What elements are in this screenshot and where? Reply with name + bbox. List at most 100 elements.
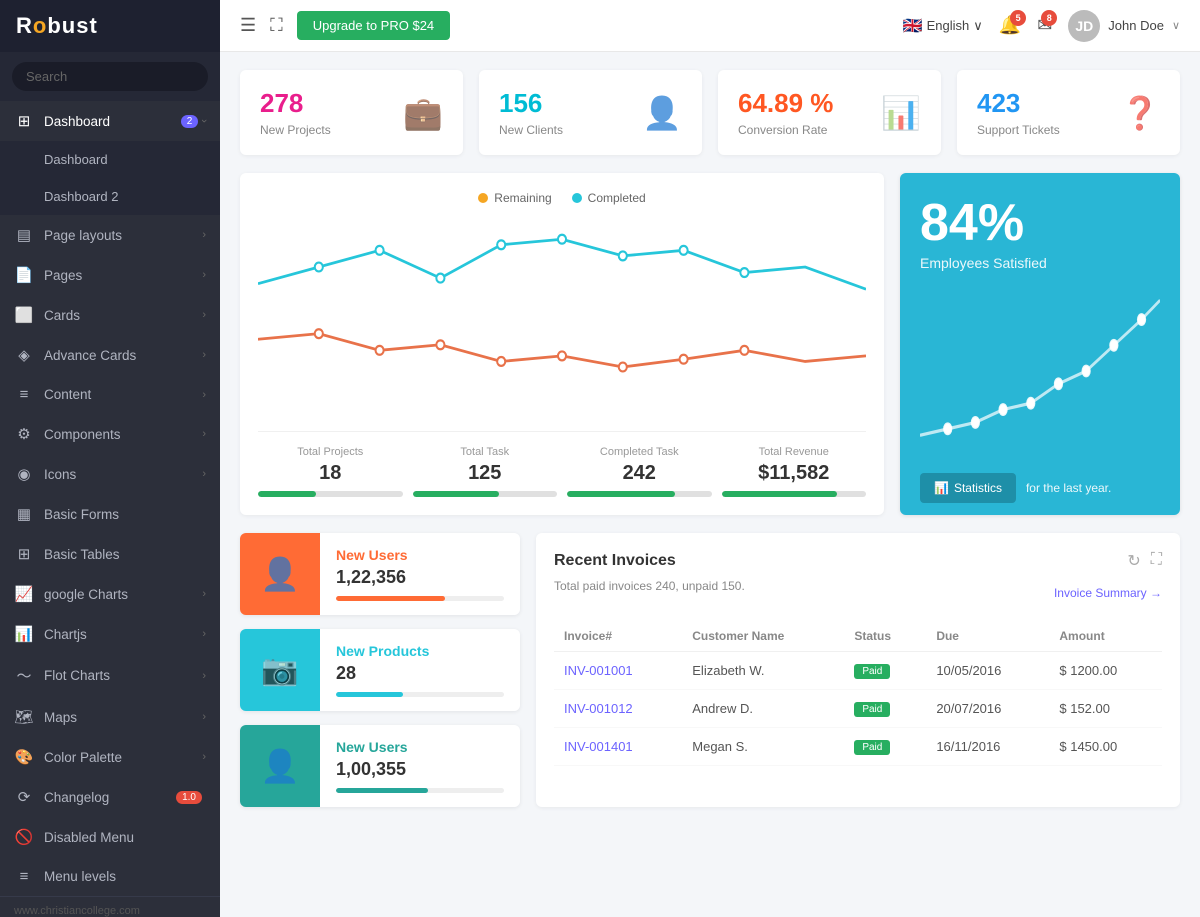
invoice-link[interactable]: INV-001012 <box>564 701 633 716</box>
sidebar-item-maps[interactable]: 🗺 Maps › <box>0 697 220 737</box>
cell-customer: Andrew D. <box>682 690 844 728</box>
invoice-summary-link[interactable]: Invoice Summary → <box>1054 586 1162 600</box>
stat-value-tickets: 423 <box>977 88 1060 119</box>
chevron-icon: › <box>202 269 206 281</box>
user-icon: 👤 <box>260 555 300 593</box>
sidebar-label-maps: Maps <box>44 710 202 725</box>
cell-amount: $ 1200.00 <box>1049 652 1162 690</box>
cell-status: Paid <box>844 652 926 690</box>
sidebar-item-basic-forms[interactable]: ▦ Basic Forms <box>0 494 220 534</box>
changelog-badge: 1.0 <box>176 791 202 804</box>
sidebar-label-menu-levels: Menu levels <box>44 869 206 884</box>
sidebar-label-dashboard-2: Dashboard 2 <box>44 189 206 204</box>
sidebar-item-chartjs[interactable]: 📊 Chartjs › <box>0 614 220 654</box>
stat-value: $11,582 <box>722 462 867 485</box>
remaining-label: Remaining <box>494 191 551 205</box>
camera-icon: 📷 <box>261 653 298 688</box>
satisfaction-line <box>920 300 1160 435</box>
logo[interactable]: Robust <box>0 0 220 52</box>
completed-dot <box>572 193 582 203</box>
user-name-label: John Doe <box>1108 18 1164 33</box>
stat-cards: 278 New Projects 💼 156 New Clients 👤 64.… <box>240 70 1180 155</box>
invoice-link[interactable]: INV-001401 <box>564 739 633 754</box>
sidebar-label-components: Components <box>44 427 202 442</box>
col-invoice: Invoice# <box>554 621 682 652</box>
sidebar-item-components[interactable]: ⚙ Components › <box>0 414 220 454</box>
remaining-line <box>258 334 866 367</box>
chevron-icon: › <box>198 119 210 123</box>
table-row: INV-001401 Megan S. Paid 16/11/2016 $ 14… <box>554 728 1162 766</box>
sidebar-label-icons: Icons <box>44 467 202 482</box>
sidebar-item-menu-levels[interactable]: ≡ Menu levels <box>0 857 220 896</box>
satisfaction-card: 84% Employees Satisfied <box>900 173 1180 515</box>
progress-bar <box>258 491 403 497</box>
notifications-button[interactable]: 🔔 5 <box>999 15 1021 36</box>
sidebar-item-advance-cards[interactable]: ◈ Advance Cards › <box>0 335 220 375</box>
language-selector[interactable]: 🇬🇧 English ∨ <box>903 16 983 36</box>
sidebar-item-dashboard-1[interactable]: Dashboard <box>0 141 220 178</box>
sidebar-item-changelog[interactable]: ⟳ Changelog 1.0 <box>0 777 220 817</box>
sidebar-item-content[interactable]: ≡ Content › <box>0 375 220 414</box>
chevron-icon: › <box>202 349 206 361</box>
dot <box>972 417 979 427</box>
sidebar-item-dashboard[interactable]: ⊞ Dashboard 2 › <box>0 101 220 141</box>
sidebar-item-basic-tables[interactable]: ⊞ Basic Tables <box>0 534 220 574</box>
sidebar-item-color-palette[interactable]: 🎨 Color Palette › <box>0 737 220 777</box>
dot <box>944 424 951 434</box>
col-status: Status <box>844 621 926 652</box>
sidebar-label-flot-charts: Flot Charts <box>44 668 202 683</box>
col-amount: Amount <box>1049 621 1162 652</box>
chevron-icon: › <box>202 428 206 440</box>
sidebar: Robust ⊞ Dashboard 2 › Dashboard Dashboa… <box>0 0 220 917</box>
search-input[interactable] <box>12 62 208 91</box>
sidebar-label-cards: Cards <box>44 308 202 323</box>
widget-title-new-users-2: New Users <box>336 739 504 755</box>
menu-toggle-icon[interactable]: ☰ <box>240 15 256 36</box>
middle-section: Remaining Completed <box>240 173 1180 515</box>
content-icon: ≡ <box>14 386 34 403</box>
progress-fill <box>336 788 428 793</box>
dot <box>680 246 688 255</box>
satisfaction-description: for the last year. <box>1026 481 1111 495</box>
messages-button[interactable]: ✉ 8 <box>1037 15 1052 36</box>
chartjs-icon: 📊 <box>14 625 34 643</box>
sidebar-item-pages[interactable]: 📄 Pages › <box>0 255 220 295</box>
progress-fill <box>413 491 500 497</box>
dot <box>376 346 384 355</box>
dot <box>315 329 323 338</box>
sidebar-label-page-layouts: Page layouts <box>44 228 202 243</box>
sidebar-item-dashboard-2[interactable]: Dashboard 2 <box>0 178 220 215</box>
chart-stat-revenue: Total Revenue $11,582 <box>722 446 867 497</box>
briefcase-icon: 💼 <box>403 94 443 132</box>
upgrade-button[interactable]: Upgrade to PRO $24 <box>297 11 450 40</box>
widget-icon-new-products: 📷 <box>240 629 320 711</box>
completed-line <box>258 239 866 289</box>
table-row: INV-001001 Elizabeth W. Paid 10/05/2016 … <box>554 652 1162 690</box>
sidebar-item-cards[interactable]: ⬜ Cards › <box>0 295 220 335</box>
status-badge: Paid <box>854 702 890 717</box>
chart-legend: Remaining Completed <box>258 191 866 205</box>
sidebar-item-disabled-menu[interactable]: 🚫 Disabled Menu <box>0 817 220 857</box>
user-menu[interactable]: JD John Doe ∨ <box>1068 10 1180 42</box>
sidebar-item-page-layouts[interactable]: ▤ Page layouts › <box>0 215 220 255</box>
widget-title-new-products: New Products <box>336 643 504 659</box>
stat-value: 125 <box>413 462 558 485</box>
expand-table-icon[interactable]: ⛶ <box>1151 551 1162 571</box>
pages-icon: 📄 <box>14 266 34 284</box>
sidebar-item-flot-charts[interactable]: 〜 Flot Charts › <box>0 654 220 697</box>
components-icon: ⚙ <box>14 425 34 443</box>
invoice-link[interactable]: INV-001001 <box>564 663 633 678</box>
avatar-initials: JD <box>1075 18 1093 34</box>
refresh-icon[interactable]: ↻ <box>1127 551 1140 571</box>
stat-label-tickets: Support Tickets <box>977 123 1060 137</box>
widget-icon-new-users: 👤 <box>240 533 320 615</box>
invoice-tbody: INV-001001 Elizabeth W. Paid 10/05/2016 … <box>554 652 1162 766</box>
sidebar-item-google-charts[interactable]: 📈 google Charts › <box>0 574 220 614</box>
sidebar-item-icons[interactable]: ◉ Icons › <box>0 454 220 494</box>
satisfaction-chart <box>920 281 1160 461</box>
statistics-button[interactable]: 📊 Statistics <box>920 473 1016 503</box>
widget-icon-new-users-2: 👤 <box>240 725 320 807</box>
chevron-icon: › <box>202 588 206 600</box>
expand-icon[interactable]: ⛶ <box>270 15 283 36</box>
widget-new-users-2: 👤 New Users 1,00,355 <box>240 725 520 807</box>
